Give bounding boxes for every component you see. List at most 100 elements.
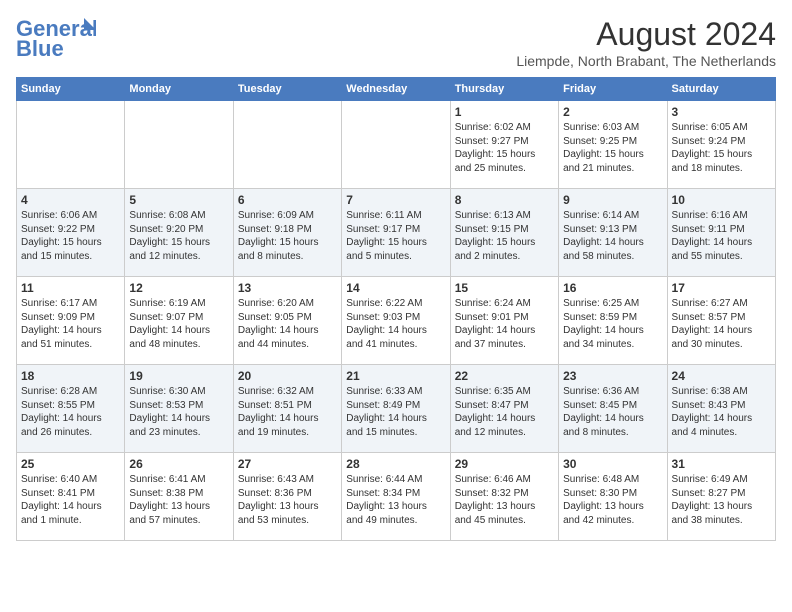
- calendar-week-row: 4 Sunrise: 6:06 AM Sunset: 9:22 PM Daylig…: [17, 189, 776, 277]
- day-number: 2: [563, 105, 662, 119]
- title-area: August 2024 Liempde, North Brabant, The …: [516, 16, 776, 69]
- day-info: Sunrise: 6:38 AM Sunset: 8:43 PM Dayligh…: [672, 385, 771, 439]
- calendar-cell: 16 Sunrise: 6:25 AM Sunset: 8:59 PM Dayli…: [559, 277, 667, 365]
- weekday-header-sunday: Sunday: [17, 78, 125, 101]
- day-info: Sunrise: 6:30 AM Sunset: 8:53 PM Dayligh…: [129, 385, 228, 439]
- day-number: 16: [563, 281, 662, 295]
- calendar-cell: [125, 101, 233, 189]
- weekday-header-row: SundayMondayTuesdayWednesdayThursdayFrid…: [17, 78, 776, 101]
- calendar-cell: 9Sunrise: 6:14 AM Sunset: 9:13 PM Daylig…: [559, 189, 667, 277]
- calendar-cell: 5 Sunrise: 6:08 AM Sunset: 9:20 PM Daylig…: [125, 189, 233, 277]
- day-info: Sunrise: 6:28 AM Sunset: 8:55 PM Dayligh…: [21, 385, 120, 439]
- day-number: 25: [21, 457, 120, 471]
- calendar-cell: 7 Sunrise: 6:11 AM Sunset: 9:17 PM Daylig…: [342, 189, 450, 277]
- calendar-week-row: 11Sunrise: 6:17 AM Sunset: 9:09 PM Dayli…: [17, 277, 776, 365]
- day-info: Sunrise: 6:03 AM Sunset: 9:25 PM Dayligh…: [563, 121, 662, 175]
- day-number: 29: [455, 457, 554, 471]
- day-info: Sunrise: 6:08 AM Sunset: 9:20 PM Dayligh…: [129, 209, 228, 263]
- calendar-cell: 24 Sunrise: 6:38 AM Sunset: 8:43 PM Dayli…: [667, 365, 775, 453]
- calendar-cell: 14 Sunrise: 6:22 AM Sunset: 9:03 PM Dayli…: [342, 277, 450, 365]
- day-number: 5: [129, 193, 228, 207]
- calendar-cell: 12 Sunrise: 6:19 AM Sunset: 9:07 PM Dayli…: [125, 277, 233, 365]
- day-number: 9: [563, 193, 662, 207]
- day-info: Sunrise: 6:24 AM Sunset: 9:01 PM Dayligh…: [455, 297, 554, 351]
- day-info: Sunrise: 6:33 AM Sunset: 8:49 PM Dayligh…: [346, 385, 445, 439]
- calendar-week-row: 18 Sunrise: 6:28 AM Sunset: 8:55 PM Dayli…: [17, 365, 776, 453]
- calendar-cell: [342, 101, 450, 189]
- day-number: 8: [455, 193, 554, 207]
- day-info: Sunrise: 6:49 AM Sunset: 8:27 PM Dayligh…: [672, 473, 771, 527]
- calendar-cell: [233, 101, 341, 189]
- day-info: Sunrise: 6:36 AM Sunset: 8:45 PM Dayligh…: [563, 385, 662, 439]
- day-number: 24: [672, 369, 771, 383]
- calendar-cell: 15 Sunrise: 6:24 AM Sunset: 9:01 PM Dayli…: [450, 277, 558, 365]
- day-info: Sunrise: 6:35 AM Sunset: 8:47 PM Dayligh…: [455, 385, 554, 439]
- day-number: 27: [238, 457, 337, 471]
- calendar-cell: 3Sunrise: 6:05 AM Sunset: 9:24 PM Daylig…: [667, 101, 775, 189]
- day-number: 30: [563, 457, 662, 471]
- day-number: 12: [129, 281, 228, 295]
- day-info: Sunrise: 6:20 AM Sunset: 9:05 PM Dayligh…: [238, 297, 337, 351]
- calendar-cell: [17, 101, 125, 189]
- day-info: Sunrise: 6:19 AM Sunset: 9:07 PM Dayligh…: [129, 297, 228, 351]
- calendar-week-row: 1 Sunrise: 6:02 AM Sunset: 9:27 PM Daylig…: [17, 101, 776, 189]
- day-number: 19: [129, 369, 228, 383]
- day-info: Sunrise: 6:22 AM Sunset: 9:03 PM Dayligh…: [346, 297, 445, 351]
- logo-icon: GeneralBlue: [16, 16, 96, 60]
- day-number: 23: [563, 369, 662, 383]
- day-number: 18: [21, 369, 120, 383]
- calendar-cell: 2 Sunrise: 6:03 AM Sunset: 9:25 PM Daylig…: [559, 101, 667, 189]
- calendar-cell: 28Sunrise: 6:44 AM Sunset: 8:34 PM Dayli…: [342, 453, 450, 541]
- day-number: 15: [455, 281, 554, 295]
- day-number: 13: [238, 281, 337, 295]
- day-number: 1: [455, 105, 554, 119]
- calendar-cell: 6 Sunrise: 6:09 AM Sunset: 9:18 PM Daylig…: [233, 189, 341, 277]
- calendar-cell: 18 Sunrise: 6:28 AM Sunset: 8:55 PM Dayli…: [17, 365, 125, 453]
- weekday-header-thursday: Thursday: [450, 78, 558, 101]
- day-info: Sunrise: 6:48 AM Sunset: 8:30 PM Dayligh…: [563, 473, 662, 527]
- day-info: Sunrise: 6:41 AM Sunset: 8:38 PM Dayligh…: [129, 473, 228, 527]
- day-number: 20: [238, 369, 337, 383]
- day-number: 17: [672, 281, 771, 295]
- calendar-cell: 30 Sunrise: 6:48 AM Sunset: 8:30 PM Dayli…: [559, 453, 667, 541]
- subtitle: Liempde, North Brabant, The Netherlands: [516, 53, 776, 69]
- day-number: 7: [346, 193, 445, 207]
- weekday-header-tuesday: Tuesday: [233, 78, 341, 101]
- day-info: Sunrise: 6:06 AM Sunset: 9:22 PM Dayligh…: [21, 209, 120, 263]
- weekday-header-monday: Monday: [125, 78, 233, 101]
- calendar-cell: 26Sunrise: 6:41 AM Sunset: 8:38 PM Dayli…: [125, 453, 233, 541]
- header-area: GeneralBlue August 2024 Liempde, North B…: [16, 16, 776, 69]
- day-info: Sunrise: 6:32 AM Sunset: 8:51 PM Dayligh…: [238, 385, 337, 439]
- day-info: Sunrise: 6:43 AM Sunset: 8:36 PM Dayligh…: [238, 473, 337, 527]
- calendar-cell: 23 Sunrise: 6:36 AM Sunset: 8:45 PM Dayli…: [559, 365, 667, 453]
- day-info: Sunrise: 6:40 AM Sunset: 8:41 PM Dayligh…: [21, 473, 120, 527]
- calendar-cell: 22Sunrise: 6:35 AM Sunset: 8:47 PM Dayli…: [450, 365, 558, 453]
- calendar-cell: 13 Sunrise: 6:20 AM Sunset: 9:05 PM Dayli…: [233, 277, 341, 365]
- day-info: Sunrise: 6:02 AM Sunset: 9:27 PM Dayligh…: [455, 121, 554, 175]
- day-number: 31: [672, 457, 771, 471]
- calendar-cell: 4 Sunrise: 6:06 AM Sunset: 9:22 PM Daylig…: [17, 189, 125, 277]
- day-number: 4: [21, 193, 120, 207]
- calendar-cell: 27 Sunrise: 6:43 AM Sunset: 8:36 PM Dayli…: [233, 453, 341, 541]
- calendar-cell: 1 Sunrise: 6:02 AM Sunset: 9:27 PM Daylig…: [450, 101, 558, 189]
- day-info: Sunrise: 6:16 AM Sunset: 9:11 PM Dayligh…: [672, 209, 771, 263]
- day-number: 28: [346, 457, 445, 471]
- day-info: Sunrise: 6:27 AM Sunset: 8:57 PM Dayligh…: [672, 297, 771, 351]
- calendar-table: SundayMondayTuesdayWednesdayThursdayFrid…: [16, 77, 776, 541]
- day-info: Sunrise: 6:25 AM Sunset: 8:59 PM Dayligh…: [563, 297, 662, 351]
- calendar-cell: 8Sunrise: 6:13 AM Sunset: 9:15 PM Daylig…: [450, 189, 558, 277]
- calendar-cell: 11Sunrise: 6:17 AM Sunset: 9:09 PM Dayli…: [17, 277, 125, 365]
- weekday-header-friday: Friday: [559, 78, 667, 101]
- calendar-cell: 17 Sunrise: 6:27 AM Sunset: 8:57 PM Dayli…: [667, 277, 775, 365]
- day-info: Sunrise: 6:05 AM Sunset: 9:24 PM Dayligh…: [672, 121, 771, 175]
- day-number: 14: [346, 281, 445, 295]
- calendar-week-row: 25 Sunrise: 6:40 AM Sunset: 8:41 PM Dayli…: [17, 453, 776, 541]
- day-info: Sunrise: 6:11 AM Sunset: 9:17 PM Dayligh…: [346, 209, 445, 263]
- day-number: 6: [238, 193, 337, 207]
- day-number: 10: [672, 193, 771, 207]
- day-info: Sunrise: 6:09 AM Sunset: 9:18 PM Dayligh…: [238, 209, 337, 263]
- day-number: 21: [346, 369, 445, 383]
- day-info: Sunrise: 6:17 AM Sunset: 9:09 PM Dayligh…: [21, 297, 120, 351]
- calendar-cell: 10 Sunrise: 6:16 AM Sunset: 9:11 PM Dayli…: [667, 189, 775, 277]
- calendar-cell: 29Sunrise: 6:46 AM Sunset: 8:32 PM Dayli…: [450, 453, 558, 541]
